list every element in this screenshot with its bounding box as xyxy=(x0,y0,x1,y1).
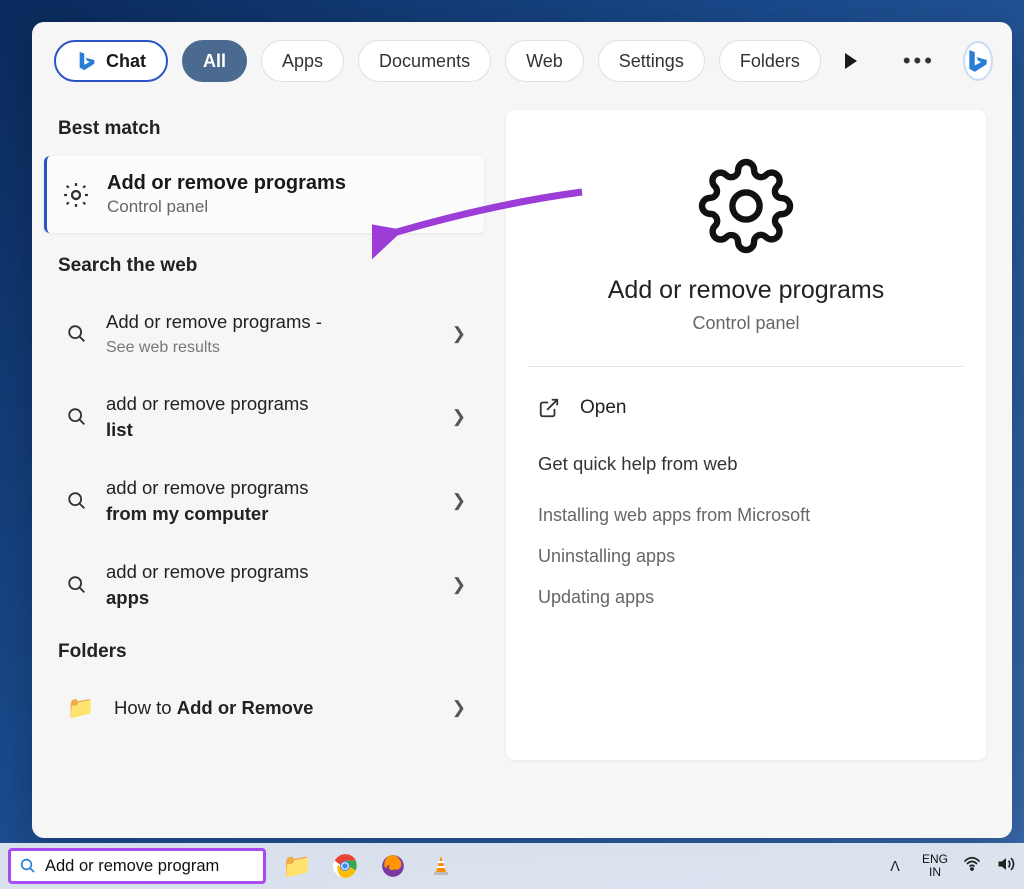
detail-subtitle: Control panel xyxy=(528,313,964,334)
web-result[interactable]: Add or remove programs -See web results … xyxy=(32,293,496,375)
firefox-icon[interactable] xyxy=(376,849,410,883)
folder-result[interactable]: 📁 How to Add or Remove ❯ xyxy=(32,679,496,737)
section-search-web: Search the web xyxy=(32,241,496,293)
more-options[interactable]: ••• xyxy=(895,48,943,74)
web-result-text: Add or remove programs -See web results xyxy=(106,309,322,359)
chevron-right-icon: ❯ xyxy=(452,575,466,595)
triangle-right-icon xyxy=(845,53,857,69)
search-icon xyxy=(66,323,88,345)
taskbar-search[interactable] xyxy=(8,848,266,884)
folder-icon: 📁 xyxy=(66,695,96,721)
web-result[interactable]: add or remove programsapps ❯ xyxy=(32,543,496,627)
help-link[interactable]: Uninstalling apps xyxy=(528,536,964,577)
tab-label: All xyxy=(203,51,226,72)
tab-label: Settings xyxy=(619,51,684,72)
web-result-text: add or remove programsapps xyxy=(106,559,309,611)
tab-web[interactable]: Web xyxy=(505,40,584,82)
best-match-result[interactable]: Add or remove programs Control panel xyxy=(44,156,484,233)
gear-icon xyxy=(61,180,91,210)
chevron-right-icon: ❯ xyxy=(452,324,466,344)
tab-label: Apps xyxy=(282,51,323,72)
results-column: Best match Add or remove programs Contro… xyxy=(32,92,496,838)
tab-folders[interactable]: Folders xyxy=(719,40,821,82)
search-icon xyxy=(66,574,88,596)
start-search-panel: Chat All Apps Documents Web Settings Fol… xyxy=(32,22,1012,838)
tabs-scroll-right[interactable] xyxy=(835,53,867,69)
tab-settings[interactable]: Settings xyxy=(598,40,705,82)
language-indicator[interactable]: ENGIN xyxy=(922,853,948,879)
chrome-icon[interactable] xyxy=(328,849,362,883)
search-icon xyxy=(19,857,37,875)
taskbar-search-input[interactable] xyxy=(45,857,265,876)
section-best-match: Best match xyxy=(32,104,496,156)
tab-all[interactable]: All xyxy=(182,40,247,82)
chevron-right-icon: ❯ xyxy=(452,698,466,718)
filter-tabs: Chat All Apps Documents Web Settings Fol… xyxy=(32,22,1012,92)
detail-title: Add or remove programs xyxy=(528,276,964,305)
folder-result-text: How to Add or Remove xyxy=(114,695,313,721)
section-folders: Folders xyxy=(32,627,496,679)
detail-card: Add or remove programs Control panel Ope… xyxy=(506,110,986,760)
tab-documents[interactable]: Documents xyxy=(358,40,491,82)
tray-overflow[interactable]: ᐱ xyxy=(882,858,908,875)
tab-label: Documents xyxy=(379,51,470,72)
tab-label: Chat xyxy=(106,51,146,72)
tab-label: Web xyxy=(526,51,563,72)
help-link[interactable]: Updating apps xyxy=(528,577,964,618)
bing-button[interactable] xyxy=(963,41,993,81)
vlc-icon[interactable] xyxy=(424,849,458,883)
chevron-right-icon: ❯ xyxy=(452,491,466,511)
open-action[interactable]: Open xyxy=(528,393,964,447)
web-result-text: add or remove programsfrom my computer xyxy=(106,475,309,527)
open-label: Open xyxy=(580,397,626,419)
tab-chat[interactable]: Chat xyxy=(54,40,168,82)
best-match-subtitle: Control panel xyxy=(107,197,346,217)
web-result[interactable]: add or remove programslist ❯ xyxy=(32,375,496,459)
chevron-right-icon: ❯ xyxy=(452,407,466,427)
search-icon xyxy=(66,406,88,428)
search-icon xyxy=(66,490,88,512)
open-external-icon xyxy=(538,397,560,419)
volume-icon[interactable] xyxy=(996,854,1016,879)
wifi-icon[interactable] xyxy=(962,854,982,879)
file-explorer-icon[interactable]: 📁 xyxy=(280,849,314,883)
web-result[interactable]: add or remove programsfrom my computer ❯ xyxy=(32,459,496,543)
tab-apps[interactable]: Apps xyxy=(261,40,344,82)
bing-icon xyxy=(76,50,98,72)
best-match-title: Add or remove programs xyxy=(107,172,346,195)
detail-column: Add or remove programs Control panel Ope… xyxy=(496,92,1012,838)
tab-label: Folders xyxy=(740,51,800,72)
web-result-text: add or remove programslist xyxy=(106,391,309,443)
gear-icon-large xyxy=(528,158,964,254)
divider xyxy=(528,366,964,367)
help-header: Get quick help from web xyxy=(528,447,964,495)
taskbar: 📁 ᐱ ENGIN xyxy=(0,843,1024,889)
help-link[interactable]: Installing web apps from Microsoft xyxy=(528,495,964,536)
